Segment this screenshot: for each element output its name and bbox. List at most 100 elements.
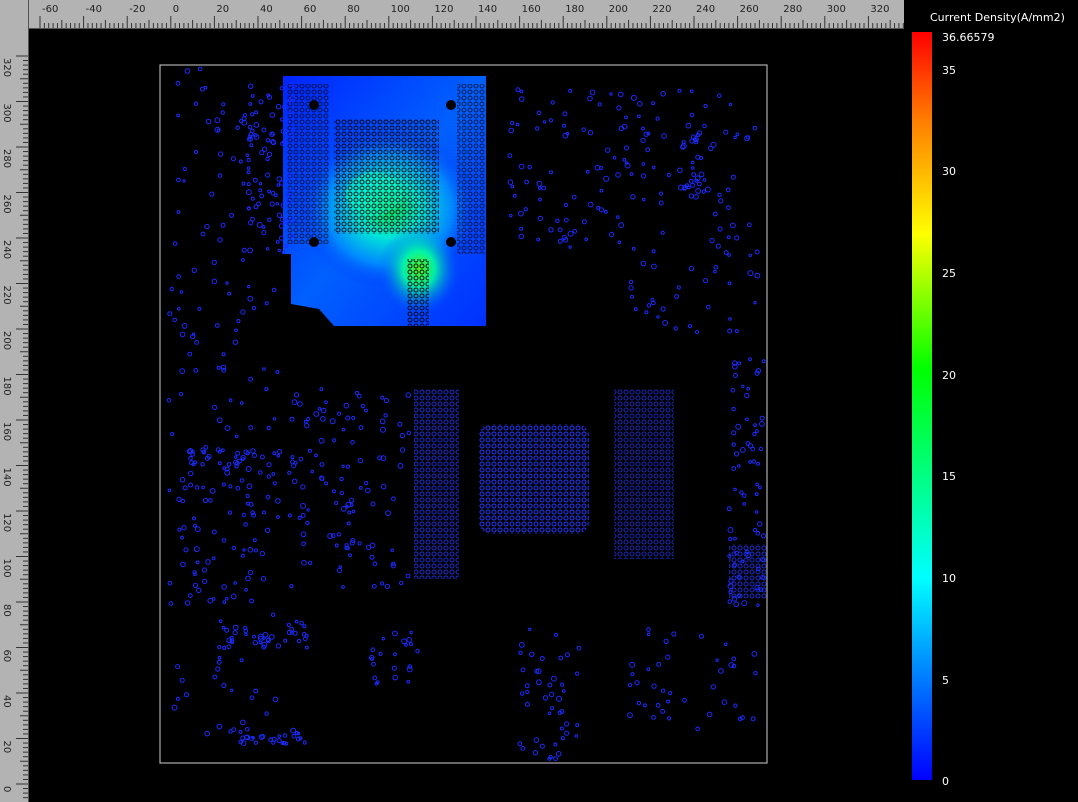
via — [507, 179, 514, 185]
via — [641, 126, 645, 131]
via — [616, 215, 620, 219]
via — [221, 538, 227, 543]
layout-viewport[interactable] — [29, 29, 904, 802]
via — [637, 100, 643, 107]
ruler-horizontal: -60 -40 -20 0 20 40 60 80 100 120 140 160 180 200 220 2… — [0, 0, 904, 29]
via — [617, 240, 622, 244]
via — [216, 417, 223, 424]
ruler-top-label: 220 — [652, 4, 671, 15]
via — [581, 219, 587, 225]
via — [689, 112, 695, 118]
via — [637, 114, 641, 119]
via — [269, 112, 276, 118]
via — [754, 249, 760, 255]
legend-tick-10: 10 — [942, 572, 956, 585]
via — [194, 526, 201, 533]
via — [726, 205, 731, 211]
via — [556, 695, 562, 702]
via — [673, 326, 678, 331]
ruler-top-label: 280 — [783, 4, 802, 15]
via — [616, 105, 622, 111]
via — [275, 370, 280, 374]
via — [651, 249, 656, 254]
bga-component-lower[interactable] — [414, 389, 767, 599]
via — [656, 661, 662, 667]
via — [733, 135, 737, 140]
via — [596, 205, 601, 210]
via — [225, 281, 229, 285]
via — [568, 245, 572, 249]
ruler-horizontal-ticks: -60 -40 -20 0 20 40 60 80 100 120 140 160 180 200 220 2… — [39, 4, 904, 28]
board-layout-plot[interactable] — [29, 29, 904, 802]
via — [384, 583, 390, 590]
via — [238, 159, 243, 164]
via — [733, 487, 737, 492]
via — [746, 386, 751, 391]
via — [624, 115, 628, 120]
via — [241, 258, 245, 262]
via — [202, 451, 206, 455]
via — [733, 373, 739, 378]
via — [587, 201, 594, 208]
via — [371, 661, 376, 667]
via — [660, 688, 666, 693]
via — [641, 173, 647, 179]
via — [192, 570, 197, 575]
via — [349, 497, 355, 503]
via — [351, 509, 356, 514]
via — [560, 682, 565, 687]
via — [391, 665, 397, 671]
via — [247, 547, 254, 553]
via — [245, 493, 250, 499]
via — [753, 671, 758, 676]
via — [587, 95, 593, 102]
via — [217, 237, 223, 243]
via — [758, 485, 762, 490]
via — [512, 193, 517, 198]
via — [646, 632, 651, 637]
ruler-left-label: 100 — [1, 559, 12, 578]
via — [193, 546, 200, 553]
via — [684, 183, 690, 188]
via — [698, 633, 704, 639]
via — [221, 102, 226, 107]
legend-tick-20: 20 — [942, 369, 956, 382]
via — [726, 235, 731, 240]
via — [381, 637, 385, 641]
power-plane-region[interactable] — [283, 76, 486, 327]
via — [640, 137, 646, 144]
via — [307, 448, 312, 453]
ruler-corner — [0, 0, 28, 28]
via — [221, 482, 226, 487]
via — [718, 668, 724, 674]
via — [194, 340, 200, 345]
via — [259, 454, 265, 460]
via — [220, 222, 226, 228]
via — [241, 181, 246, 186]
via — [176, 113, 181, 118]
via — [557, 238, 563, 244]
via — [646, 303, 652, 308]
via — [350, 440, 355, 445]
ruler-left-label: 120 — [1, 513, 12, 532]
via — [739, 447, 746, 453]
via — [246, 157, 251, 163]
via — [507, 153, 513, 159]
via — [208, 498, 213, 503]
via — [739, 490, 744, 495]
via — [180, 535, 184, 540]
via — [275, 103, 282, 110]
colorbar-gradient-icon — [912, 32, 932, 780]
via — [195, 560, 200, 565]
via — [559, 726, 564, 731]
via — [289, 584, 294, 589]
via — [302, 624, 307, 629]
via — [401, 638, 408, 645]
via — [752, 125, 758, 131]
via — [726, 506, 732, 512]
via — [245, 189, 252, 196]
via — [397, 421, 403, 427]
via — [615, 172, 621, 178]
via — [303, 419, 308, 424]
via — [301, 541, 307, 547]
